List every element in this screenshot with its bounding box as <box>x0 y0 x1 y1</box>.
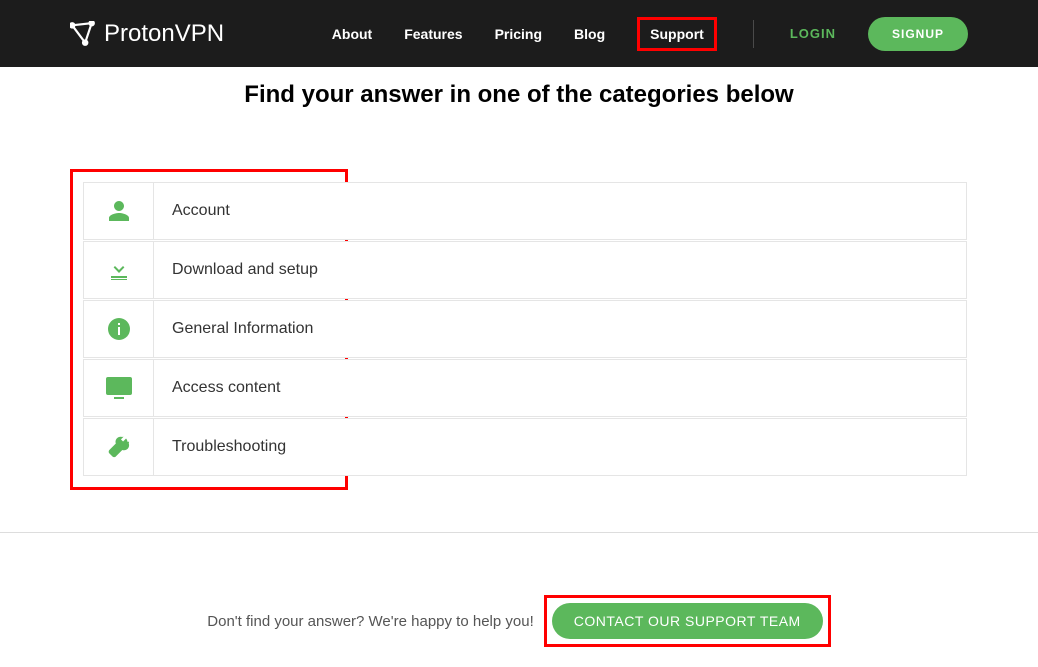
page-heading: Find your answer in one of the categorie… <box>70 81 968 109</box>
login-link[interactable]: LOGIN <box>790 26 836 41</box>
category-label: Troubleshooting <box>154 419 286 475</box>
category-label: Account <box>154 183 230 239</box>
nav-features[interactable]: Features <box>404 26 462 42</box>
nav-support[interactable]: Support <box>637 17 717 51</box>
category-access-content[interactable]: Access content <box>83 359 967 417</box>
nav-about[interactable]: About <box>332 26 372 42</box>
category-download[interactable]: Download and setup <box>83 241 967 299</box>
brand-logo[interactable]: ProtonVPN <box>70 20 224 48</box>
footer: Don't find your answer? We're happy to h… <box>0 595 1038 667</box>
nav-pricing[interactable]: Pricing <box>495 26 542 42</box>
category-account[interactable]: Account <box>83 182 967 240</box>
nav: About Features Pricing Blog Support LOGI… <box>332 17 968 51</box>
divider <box>0 532 1038 533</box>
nav-blog[interactable]: Blog <box>574 26 605 42</box>
brand-name: ProtonVPN <box>104 20 224 48</box>
contact-button-highlight: CONTACT OUR SUPPORT TEAM <box>544 595 831 647</box>
proton-logo-icon <box>70 21 96 47</box>
categories-highlight-box: Account Download and setup General Infor… <box>70 169 348 490</box>
contact-support-button[interactable]: CONTACT OUR SUPPORT TEAM <box>552 603 823 639</box>
info-icon <box>84 301 154 357</box>
signup-button[interactable]: SIGNUP <box>868 17 968 51</box>
download-icon <box>84 242 154 298</box>
category-label: Download and setup <box>154 242 318 298</box>
monitor-icon <box>84 360 154 416</box>
category-general-info[interactable]: General Information <box>83 300 967 358</box>
user-icon <box>84 183 154 239</box>
main-content: Find your answer in one of the categorie… <box>0 67 1038 490</box>
wrench-icon <box>84 419 154 475</box>
nav-separator <box>753 20 754 48</box>
footer-prompt: Don't find your answer? We're happy to h… <box>207 613 533 630</box>
header: ProtonVPN About Features Pricing Blog Su… <box>0 0 1038 67</box>
category-label: Access content <box>154 360 281 416</box>
category-label: General Information <box>154 301 313 357</box>
category-troubleshooting[interactable]: Troubleshooting <box>83 418 967 476</box>
categories-list: Account Download and setup General Infor… <box>83 182 335 476</box>
